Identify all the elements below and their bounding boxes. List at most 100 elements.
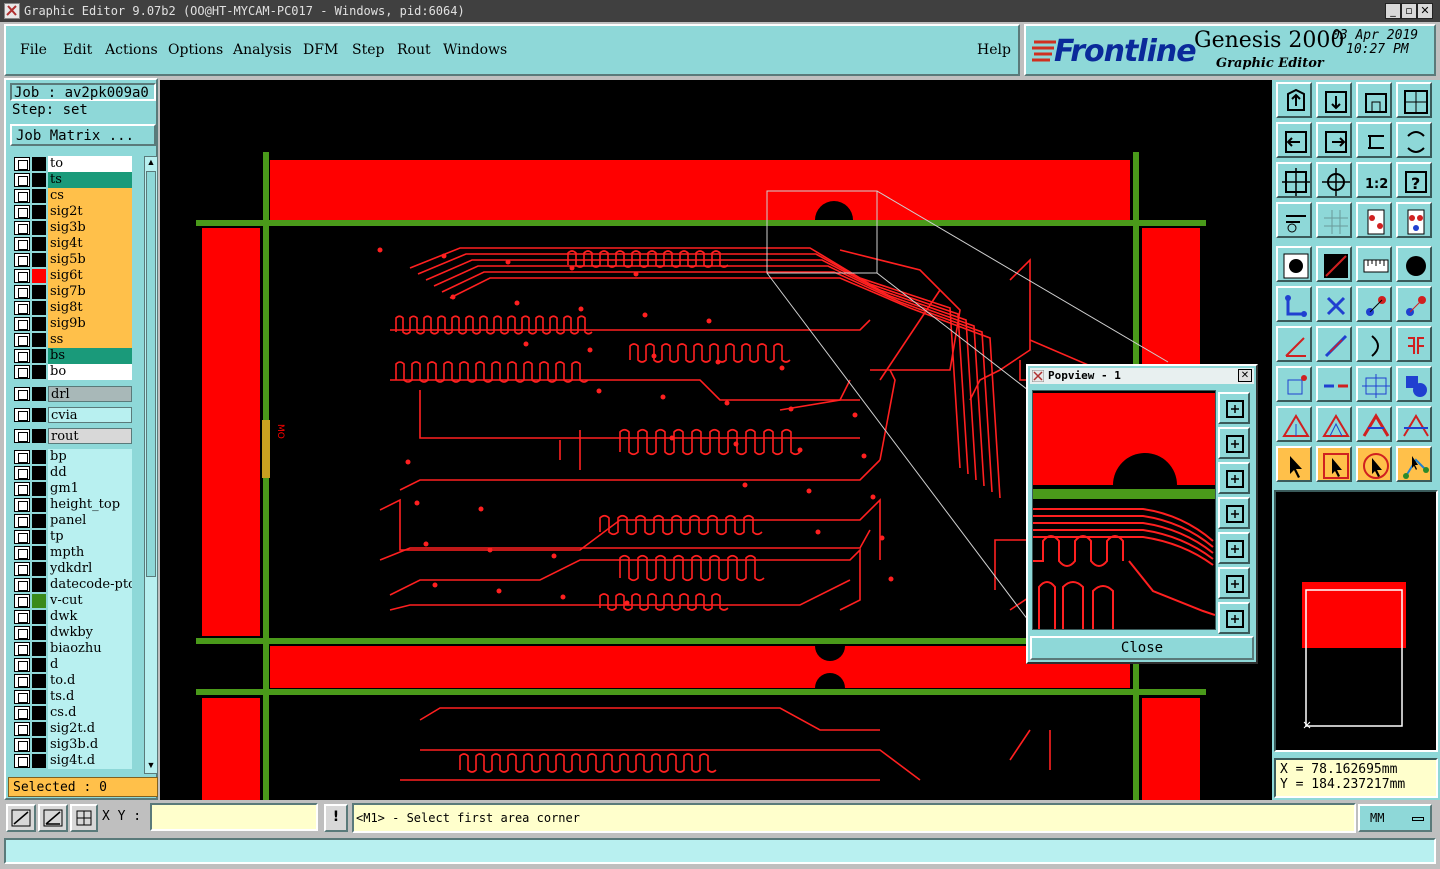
layer-checkbox[interactable] [14,285,30,299]
layer-color-swatch[interactable] [32,408,46,422]
layer-checkbox[interactable] [14,482,30,496]
layer-checkbox[interactable] [14,173,30,187]
layer-color-swatch[interactable] [32,237,46,251]
layer-row-ts.d[interactable]: ts.d [14,689,132,705]
layer-row-ts[interactable]: ts [14,172,132,188]
ruler-button[interactable] [1356,246,1392,282]
popview-close-button[interactable]: Close [1030,636,1254,660]
layer-checkbox[interactable] [14,498,30,512]
layer-row-cs.d[interactable]: cs.d [14,705,132,721]
layer-checkbox[interactable] [14,450,30,464]
layer-checkbox[interactable] [14,562,30,576]
layer-checkbox[interactable] [14,253,30,267]
layer-checkbox[interactable] [14,221,30,235]
maximize-button[interactable]: ▫ [1401,3,1417,19]
layer-color-swatch[interactable] [32,514,46,528]
layer-color-swatch[interactable] [32,738,46,752]
layer-row-sig6t[interactable]: sig6t [14,268,132,284]
layer-checkbox[interactable] [14,514,30,528]
layer-checkbox[interactable] [14,333,30,347]
layer-color-swatch[interactable] [32,706,46,720]
layer-checkbox[interactable] [14,754,30,768]
layer-row-sig3b[interactable]: sig3b [14,220,132,236]
popview-up-button[interactable] [1218,427,1250,459]
layer-color-swatch[interactable] [32,562,46,576]
fit-button[interactable] [1396,82,1432,118]
layer-row-ydkdrl[interactable]: ydkdrl [14,561,132,577]
layer-checkbox[interactable] [14,546,30,560]
measure-button[interactable] [38,804,68,832]
grid-button[interactable] [70,804,98,832]
pointer-box-button[interactable] [1316,446,1352,482]
popview-down-button[interactable] [1218,462,1250,494]
layer-row-sig4t[interactable]: sig4t [14,236,132,252]
layer-checkbox[interactable] [14,205,30,219]
layer-color-swatch[interactable] [32,482,46,496]
pan-right-button[interactable] [1316,122,1352,158]
layer-color-swatch[interactable] [32,189,46,203]
layer-row-to[interactable]: to [14,156,132,172]
units-dropdown[interactable]: MM [1358,804,1432,832]
layer-select-button[interactable] [1356,202,1392,238]
menu-windows[interactable]: Windows [443,42,507,58]
layer-checkbox[interactable] [14,157,30,171]
select-box-button[interactable] [1276,366,1312,402]
layer-row-sig5b[interactable]: sig5b [14,252,132,268]
layer-color-swatch[interactable] [32,253,46,267]
home-button[interactable] [1356,82,1392,118]
popview-canvas[interactable] [1032,390,1216,630]
popview-titlebar[interactable]: Popview - 1 ✕ [1030,368,1254,384]
layer-row-panel[interactable]: panel [14,513,132,529]
split-button[interactable] [1316,366,1352,402]
layer-select-2-button[interactable] [1396,202,1432,238]
triangle-3-button[interactable] [1356,406,1392,442]
layer-row-height_top[interactable]: height_top [14,497,132,513]
layer-checkbox[interactable] [14,237,30,251]
layer-color-swatch[interactable] [32,450,46,464]
layer-color-swatch[interactable] [32,674,46,688]
pad-button[interactable] [1276,246,1312,282]
layer-color-swatch[interactable] [32,285,46,299]
layer-row-bp[interactable]: bp [14,449,132,465]
layer-color-swatch[interactable] [32,333,46,347]
popview-fit-button[interactable] [1218,392,1250,424]
layer-checkbox[interactable] [14,429,30,443]
layer-checkbox[interactable] [14,301,30,315]
layer-checkbox[interactable] [14,722,30,736]
load-down-button[interactable] [1316,82,1352,118]
layer-checkbox[interactable] [14,317,30,331]
layer-row-mpth[interactable]: mpth [14,545,132,561]
scale-1-2-button[interactable]: 1:2 [1356,162,1392,198]
layer-color-swatch[interactable] [32,546,46,560]
triangle-4-button[interactable] [1396,406,1432,442]
layer-row-biaozhu[interactable]: biaozhu [14,641,132,657]
menu-actions[interactable]: Actions [105,42,158,58]
layer-checkbox[interactable] [14,387,30,401]
layer-color-swatch[interactable] [32,690,46,704]
help-button[interactable]: ? [1396,162,1432,198]
menu-file[interactable]: File [20,42,47,58]
layer-row-dd[interactable]: dd [14,465,132,481]
grid-view-button[interactable] [1316,202,1352,238]
layer-row-datecode-ptc[interactable]: datecode-ptc [14,577,132,593]
layer-row-tp[interactable]: tp [14,529,132,545]
layer-row-to.d[interactable]: to.d [14,673,132,689]
pan-left-button[interactable] [1276,122,1312,158]
layer-checkbox[interactable] [14,189,30,203]
job-matrix-button[interactable]: Job Matrix ... [10,124,156,146]
layer-checkbox[interactable] [14,626,30,640]
layer-color-swatch[interactable] [32,530,46,544]
layer-color-swatch[interactable] [32,594,46,608]
menu-step[interactable]: Step [352,42,384,58]
triangle-2-button[interactable] [1316,406,1352,442]
layer-color-swatch[interactable] [32,269,46,283]
popview-zoom-in-button[interactable] [1218,567,1250,599]
layer-checkbox[interactable] [14,594,30,608]
menu-rout[interactable]: Rout [397,42,431,58]
group-button[interactable] [1396,366,1432,402]
alert-icon[interactable]: ! [324,804,348,832]
menu-options[interactable]: Options [168,42,223,58]
layer-color-swatch[interactable] [32,498,46,512]
layer-color-swatch[interactable] [32,387,46,401]
rotate-button[interactable] [1396,122,1432,158]
